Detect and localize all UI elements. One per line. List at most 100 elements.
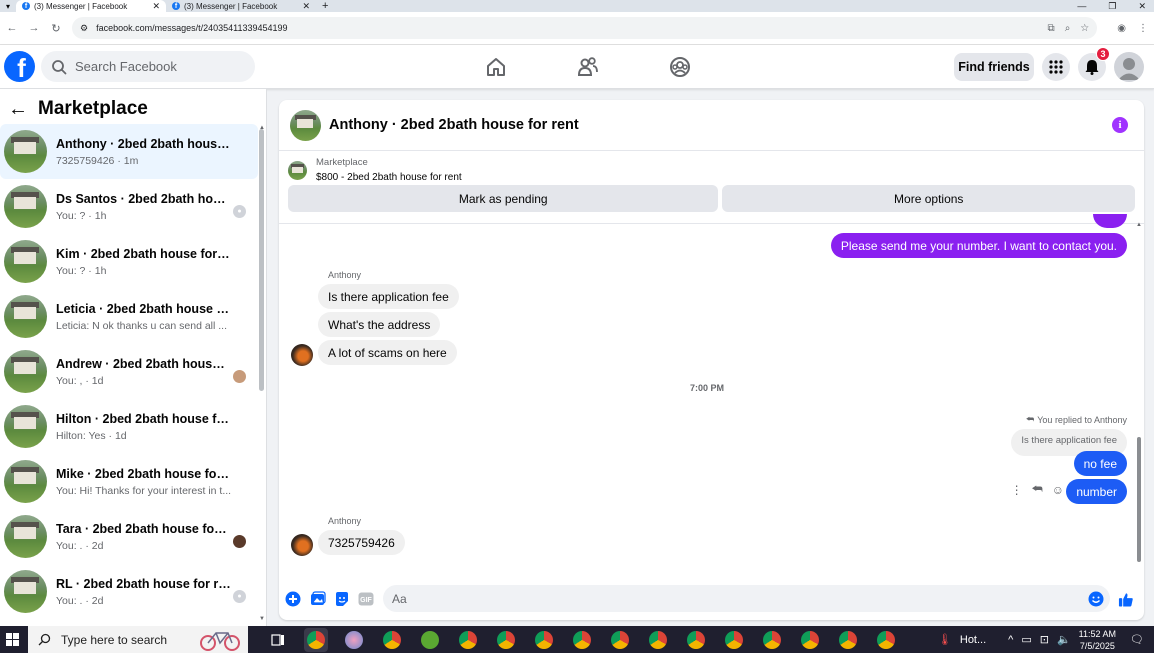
react-emoji-icon[interactable]: ☺	[1052, 483, 1064, 497]
back-icon[interactable]: ←	[6, 22, 18, 34]
search-input[interactable]: Search Facebook	[41, 51, 255, 82]
chrome-app-icon[interactable]	[722, 628, 746, 652]
chat-avatar[interactable]	[290, 109, 321, 141]
new-tab-icon[interactable]: +	[316, 0, 334, 12]
close-tab-icon[interactable]: ✕	[302, 1, 310, 12]
chrome-app-icon[interactable]	[532, 628, 556, 652]
chat-scrollbar[interactable]	[1137, 437, 1141, 562]
chat-title[interactable]: Anthony · 2bed 2bath house for rent	[329, 117, 579, 133]
browser-tab-1[interactable]: f (3) Messenger | Facebook ✕	[16, 0, 166, 12]
reply-icon[interactable]: ⮪	[1032, 482, 1043, 497]
incoming-message[interactable]: Is there application fee	[318, 284, 459, 309]
profile-icon[interactable]: ◉	[1117, 23, 1126, 34]
conversation-item[interactable]: Kim · 2bed 2bath house for rent You: ? · …	[0, 234, 258, 289]
search-placeholder: Search Facebook	[75, 59, 177, 74]
friends-nav-button[interactable]	[542, 45, 634, 89]
more-icon[interactable]: ⋮	[1011, 483, 1023, 497]
device-icon[interactable]: ▭	[1021, 633, 1031, 646]
conversation-preview: Leticia: N ok thanks u can send all ... …	[56, 319, 231, 332]
home-nav-button[interactable]	[450, 45, 542, 89]
sticker-icon[interactable]	[334, 591, 350, 607]
conversation-item[interactable]: Anthony · 2bed 2bath house for ... 732575…	[0, 124, 258, 179]
find-friends-button[interactable]: Find friends	[954, 53, 1034, 81]
info-icon[interactable]: i	[1112, 117, 1128, 133]
incoming-message[interactable]: A lot of scams on here	[318, 340, 457, 365]
conversation-item[interactable]: Leticia · 2bed 2bath house for rent Letic…	[0, 289, 258, 344]
address-bar[interactable]: ⚙ facebook.com/messages/t/24035411339454…	[72, 17, 1098, 39]
listing-thumbnail[interactable]	[288, 160, 307, 180]
message-input[interactable]: Aa	[383, 585, 1110, 612]
chat-header: Anthony · 2bed 2bath house for rent i	[279, 100, 1144, 151]
scroll-down-icon[interactable]: ▼	[259, 616, 265, 622]
conversation-item[interactable]: Tara · 2bed 2bath house for rent You: . ·…	[0, 509, 258, 564]
notifications-button[interactable]: 3	[1078, 47, 1110, 81]
sender-avatar[interactable]	[291, 534, 313, 556]
account-button[interactable]	[1114, 52, 1144, 82]
groups-nav-button[interactable]	[634, 45, 726, 89]
conversation-preview: 7325759426 · 1m	[56, 154, 139, 167]
sidebar-scrollbar[interactable]	[259, 129, 264, 391]
notifications-center-icon[interactable]: 🗨	[1130, 633, 1144, 646]
conversation-item[interactable]: Ds Santos · 2bed 2bath house ... You: ? ·…	[0, 179, 258, 234]
browser-tab-2[interactable]: f (3) Messenger | Facebook ✕	[166, 0, 316, 12]
forward-icon[interactable]: →	[28, 22, 40, 34]
start-button[interactable]	[2, 626, 22, 653]
more-options-button[interactable]: More options	[722, 185, 1135, 212]
zoom-icon[interactable]: ⌕	[1065, 23, 1071, 34]
back-arrow-icon[interactable]: ←	[8, 98, 28, 121]
taskbar-search[interactable]: Type here to search	[28, 626, 248, 653]
chrome-app-icon[interactable]	[570, 628, 594, 652]
chrome-app-icon[interactable]	[836, 628, 860, 652]
incoming-message[interactable]: 7325759426	[318, 530, 405, 555]
chrome-app-icon[interactable]	[874, 628, 898, 652]
sender-name: Anthony	[328, 270, 362, 280]
chrome-app-icon[interactable]	[494, 628, 518, 652]
conversation-list: Anthony · 2bed 2bath house for ... 732575…	[0, 124, 258, 619]
sender-avatar[interactable]	[291, 344, 313, 366]
close-window-icon[interactable]: ✕	[1138, 1, 1146, 12]
reload-icon[interactable]: ↻	[50, 22, 62, 35]
mark-pending-button[interactable]: Mark as pending	[288, 185, 719, 212]
chrome-app-icon[interactable]	[456, 628, 480, 652]
volume-icon[interactable]: 🔈	[1057, 633, 1071, 646]
chrome-app-icon[interactable]	[608, 628, 632, 652]
chrome-app-icon[interactable]	[646, 628, 670, 652]
photo-icon[interactable]	[310, 591, 326, 607]
task-view-icon[interactable]	[266, 628, 290, 652]
conversation-item[interactable]: RL · 2bed 2bath house for rent You: . · 2…	[0, 564, 258, 619]
chrome-app-icon[interactable]	[304, 627, 328, 652]
emoji-icon[interactable]	[1088, 591, 1104, 607]
like-thumb-icon[interactable]	[1118, 591, 1134, 607]
conversation-item[interactable]: Andrew · 2bed 2bath house fo... You: , · …	[0, 344, 258, 399]
chrome-app-icon[interactable]	[684, 628, 708, 652]
outgoing-message[interactable]: Please send me your number. I want to co…	[830, 233, 1127, 258]
bookmark-star-icon[interactable]: ☆	[1080, 23, 1089, 34]
menu-button[interactable]	[1042, 53, 1070, 81]
tab-search-icon[interactable]: ▾	[0, 2, 16, 11]
outgoing-message[interactable]: no fee	[1073, 451, 1127, 476]
utorrent-app-icon[interactable]	[418, 628, 442, 652]
chevron-up-icon[interactable]: ^	[1008, 634, 1013, 646]
site-settings-icon[interactable]: ⚙	[80, 23, 88, 34]
browser-menu-icon[interactable]: ⋮	[1138, 23, 1148, 34]
more-actions-icon[interactable]	[285, 591, 301, 607]
conversation-item[interactable]: Mike · 2bed 2bath house for rent You: Hi!…	[0, 454, 258, 509]
weather-text[interactable]: Hot...	[960, 634, 986, 646]
paint-app-icon[interactable]	[342, 628, 366, 652]
close-tab-icon[interactable]: ✕	[152, 1, 160, 12]
network-icon[interactable]: ⊡	[1040, 633, 1049, 646]
chrome-app-icon[interactable]	[760, 628, 784, 652]
facebook-logo[interactable]: f	[4, 51, 35, 82]
chrome-app-icon[interactable]	[798, 628, 822, 652]
chrome-app-icon[interactable]	[380, 628, 404, 652]
restore-icon[interactable]: ❐	[1108, 1, 1116, 12]
install-app-icon[interactable]: ⧉	[1048, 23, 1055, 34]
clock[interactable]: 11:52 AM 7/5/2025	[1079, 628, 1116, 652]
gif-icon[interactable]: GIF	[358, 591, 374, 607]
listing-price[interactable]: $800 - 2bed 2bath house for rent	[316, 172, 462, 183]
incoming-message[interactable]: What's the address	[318, 312, 441, 337]
minimize-icon[interactable]: —	[1077, 1, 1086, 12]
conversation-item[interactable]: Hilton · 2bed 2bath house for rent Hilton…	[0, 399, 258, 454]
scroll-up-icon[interactable]: ▲	[1136, 222, 1142, 228]
outgoing-message[interactable]: number	[1066, 479, 1127, 504]
